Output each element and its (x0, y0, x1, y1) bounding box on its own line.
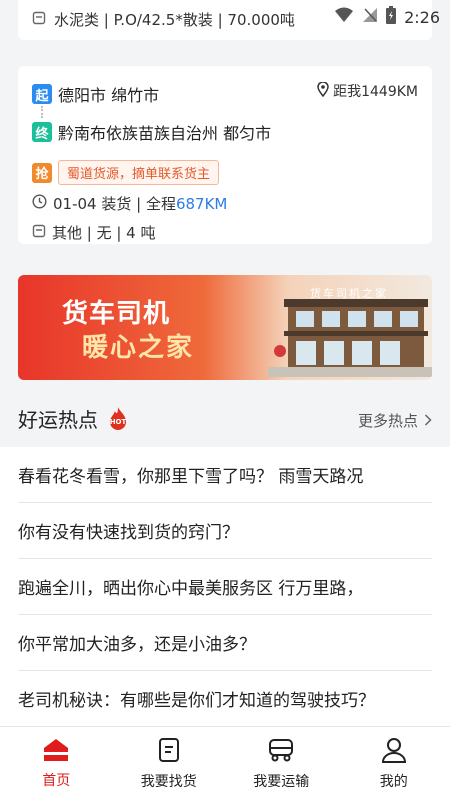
destination-text: 黔南布依族苗族自治州 都匀市 (58, 124, 272, 143)
clock-icon (32, 194, 47, 213)
banner-subtitle: 暖心之家 (82, 333, 195, 363)
grab-tag: 抢 (32, 162, 52, 183)
location-pin-icon (317, 80, 329, 101)
origin-text: 德阳市 绵竹市 (58, 86, 160, 105)
tab-home[interactable]: 首页 (0, 727, 113, 800)
hot-title-text: 好运热点 (18, 408, 98, 432)
no-signal-icon (362, 7, 378, 27)
banner-title: 货车司机 (62, 299, 171, 329)
building-sign: 货车司机之家 (310, 287, 388, 300)
home-icon (43, 738, 69, 766)
tab-profile[interactable]: 我的 (338, 727, 450, 800)
notice-badge: 蜀道货源，摘单联系货主 (58, 160, 220, 185)
bottom-tab-bar: 首页 我要找货 我要运输 我的 (0, 726, 450, 800)
truck-icon (267, 737, 295, 767)
more-hot-link[interactable]: 更多热点 (358, 410, 432, 431)
tab-transport[interactable]: 我要运输 (225, 727, 338, 800)
start-tag: 起 (32, 84, 52, 104)
load-date-text: 01-04 装货 | 全程 (53, 195, 176, 213)
more-hot-label: 更多热点 (357, 412, 418, 430)
hot-flame-icon: HOT (106, 406, 130, 432)
status-time: 2:26 (404, 7, 440, 27)
tab-find-cargo[interactable]: 我要找货 (113, 727, 226, 800)
hot-topic-item[interactable]: 老司机秘诀：有哪些是你们才知道的驾驶技巧？ (18, 671, 432, 727)
total-km-text: 687KM (175, 194, 228, 213)
hot-badge: HOT (109, 417, 127, 426)
cargo-icon (32, 224, 46, 242)
tab-transport-label: 我要运输 (253, 773, 310, 790)
route-divider (41, 106, 43, 118)
hot-section-title: 好运热点 HOT (18, 404, 130, 433)
document-icon (157, 737, 181, 767)
hot-topic-item[interactable]: 你有没有快速找到货的窍门？ (18, 503, 432, 559)
battery-icon (386, 6, 397, 28)
hot-topic-item[interactable]: 春看花冬看雪，你那里下雪了吗？ 雨雪天路况 (18, 447, 432, 503)
promo-banner[interactable]: 货车司机 暖心之家 货车司机之家 (18, 275, 432, 380)
tab-find-cargo-label: 我要找货 (140, 773, 197, 790)
tab-profile-label: 我的 (379, 773, 408, 790)
distance-text: 距我1449KM (333, 84, 418, 100)
cargo-card[interactable]: 起 德阳市 绵竹市 距我1449KM 终 黔南布依族苗族自治州 都匀市 抢 蜀道… (18, 66, 432, 244)
tab-home-label: 首页 (42, 772, 71, 789)
status-bar: 2:26 (0, 0, 450, 34)
hot-topic-item[interactable]: 跑遍全川，晒出你心中最美服务区 行万里路， (18, 559, 432, 615)
wifi-icon (334, 7, 354, 27)
cargo-text: 其他 | 无 | 4 吨 (52, 224, 156, 242)
chevron-right-icon (424, 412, 432, 430)
hot-topic-item[interactable]: 你平常加大油多，还是小油多？ (18, 615, 432, 671)
hot-topic-list: 春看花冬看雪，你那里下雪了吗？ 雨雪天路况 你有没有快速找到货的窍门？ 跑遍全川… (0, 447, 450, 727)
end-tag: 终 (32, 122, 52, 142)
user-icon (381, 737, 407, 767)
